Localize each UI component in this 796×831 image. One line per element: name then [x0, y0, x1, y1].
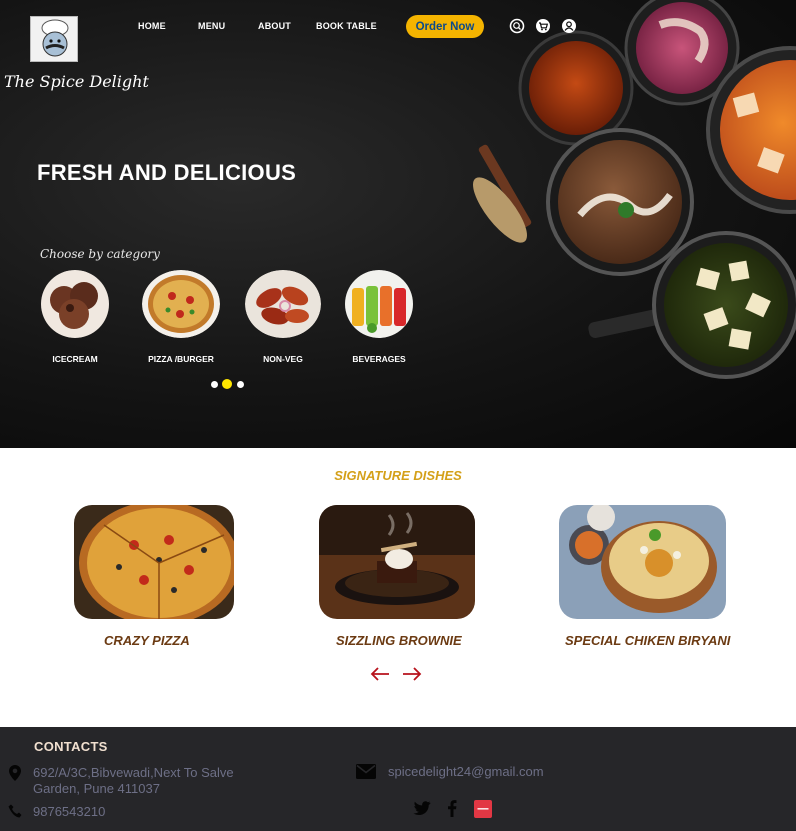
location-pin-icon	[9, 765, 21, 781]
pizza-image	[142, 270, 220, 338]
arrow-right-icon[interactable]	[401, 664, 423, 684]
category-icecream[interactable]: ICECREAM	[35, 270, 115, 364]
crazy-pizza-image	[74, 501, 239, 625]
email-icon	[356, 764, 376, 779]
search-icon[interactable]	[509, 18, 525, 34]
address-line-2: Garden, Pune 411037	[33, 781, 160, 796]
beverages-image	[345, 270, 413, 338]
food-bowls-image	[473, 0, 796, 379]
category-label: ICECREAM	[52, 354, 98, 364]
dish-name: SIZZLING BROWNIE	[336, 633, 462, 648]
zomato-icon[interactable]	[474, 800, 492, 818]
address-line-1: 692/A/3C,Bibvewadi,Next To Salve	[33, 765, 234, 780]
dish-name: SPECIAL CHIKEN BIRYANI	[565, 633, 731, 648]
category-label: PIZZA /BURGER	[148, 354, 214, 364]
carousel-dot-2[interactable]	[222, 379, 232, 389]
nav-home[interactable]: HOME	[138, 21, 166, 31]
phone-link[interactable]: 9876543210	[33, 804, 105, 820]
brand-name: The Spice Delight	[4, 72, 149, 91]
arrow-left-icon[interactable]	[369, 664, 391, 684]
carousel-dot-1[interactable]	[211, 381, 218, 388]
nav-about[interactable]: ABOUT	[258, 21, 291, 31]
category-label: NON-VEG	[263, 354, 303, 364]
email-link[interactable]: spicedelight24@gmail.com	[388, 764, 544, 780]
icecream-image	[41, 270, 109, 338]
cart-icon[interactable]	[535, 18, 551, 34]
category-label: BEVERAGES	[352, 354, 406, 364]
dish-card-special-chiken-biryani[interactable]: SPECIAL CHIKEN BIRYANI	[559, 503, 730, 648]
user-icon[interactable]	[561, 18, 577, 34]
dish-card-sizzling-brownie[interactable]: SIZZLING BROWNIE	[319, 505, 475, 648]
sizzling-brownie-image	[319, 505, 475, 619]
hero-title: FRESH AND DELICIOUS	[37, 160, 297, 185]
signature-dishes-title: SIGNATURE DISHES	[334, 468, 462, 483]
nav-menu[interactable]: MENU	[198, 21, 225, 31]
non-veg-image	[245, 270, 321, 338]
dish-card-crazy-pizza[interactable]: CRAZY PIZZA	[74, 501, 239, 648]
twitter-icon[interactable]	[413, 801, 431, 816]
phone-icon	[8, 804, 22, 818]
chef-logo-icon	[41, 19, 69, 57]
order-now-button[interactable]: Order Now	[406, 15, 484, 38]
biryani-image	[559, 503, 726, 619]
contacts-heading: CONTACTS	[34, 739, 108, 754]
chef-logo[interactable]	[30, 16, 78, 62]
carousel-dot-3[interactable]	[237, 381, 244, 388]
hero-section: The Spice Delight HOME MENU ABOUT BOOK T…	[0, 0, 796, 448]
choose-category-label: Choose by category	[40, 247, 160, 261]
nav-book-table[interactable]: BOOK TABLE	[316, 21, 377, 31]
category-non-veg[interactable]: NON-VEG	[243, 270, 323, 364]
footer: CONTACTS 692/A/3C,Bibvewadi,Next To Salv…	[0, 727, 796, 831]
dish-name: CRAZY PIZZA	[104, 633, 190, 648]
facebook-icon[interactable]	[447, 800, 457, 817]
category-pizza-burger[interactable]: PIZZA /BURGER	[141, 270, 221, 364]
category-beverages[interactable]: BEVERAGES	[339, 270, 419, 364]
